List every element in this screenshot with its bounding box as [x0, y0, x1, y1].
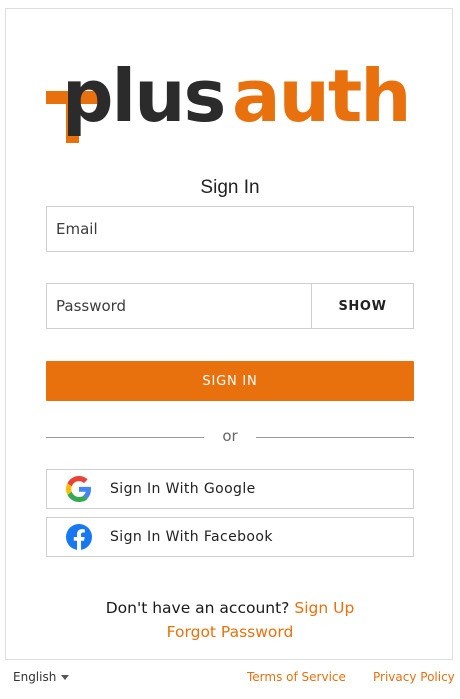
google-sign-in-button[interactable]: Sign In With Google — [46, 469, 414, 509]
logo-text-auth: auth — [232, 61, 410, 138]
footer: English Terms of Service Privacy Policy — [0, 670, 460, 690]
google-icon — [66, 476, 91, 502]
forgot-password-row: Forgot Password — [6, 623, 454, 641]
plusauth-logo: plus auth — [46, 61, 412, 143]
terms-of-service-link[interactable]: Terms of Service — [247, 670, 346, 684]
chevron-down-icon — [61, 674, 70, 680]
divider-text: or — [222, 427, 238, 445]
or-divider: or — [46, 427, 414, 449]
no-account-text: Don't have an account? — [105, 599, 290, 617]
logo-text-plus: plus — [62, 61, 224, 138]
facebook-sign-in-button[interactable]: Sign In With Facebook — [46, 517, 414, 557]
login-card: plus auth Sign In SHOW SIGN IN or Sign I… — [5, 8, 453, 660]
facebook-icon — [66, 524, 92, 550]
language-label: English — [13, 670, 57, 684]
email-input[interactable] — [47, 207, 413, 251]
facebook-sign-in-label: Sign In With Facebook — [110, 529, 273, 545]
language-selector[interactable]: English — [13, 670, 70, 684]
sign-in-button[interactable]: SIGN IN — [46, 361, 414, 401]
divider-line-right — [256, 437, 414, 438]
password-input[interactable] — [47, 284, 313, 328]
email-field[interactable] — [46, 206, 414, 252]
privacy-policy-link[interactable]: Privacy Policy — [373, 670, 455, 684]
sign-up-link[interactable]: Sign Up — [294, 599, 354, 617]
google-sign-in-label: Sign In With Google — [110, 481, 256, 497]
signup-prompt: Don't have an account? Sign Up — [6, 599, 454, 617]
forgot-password-link[interactable]: Forgot Password — [167, 623, 294, 641]
password-field[interactable]: SHOW — [46, 283, 414, 329]
show-password-button[interactable]: SHOW — [311, 284, 413, 328]
page-title: Sign In — [200, 177, 260, 198]
